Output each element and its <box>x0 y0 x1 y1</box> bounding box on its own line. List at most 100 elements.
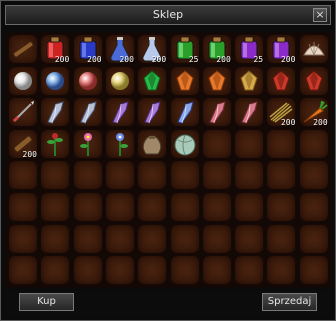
shop-slot[interactable] <box>201 97 232 128</box>
shop-slot[interactable] <box>8 160 38 191</box>
shop-slot[interactable] <box>40 160 71 191</box>
shop-slot[interactable] <box>72 160 103 191</box>
shop-slot[interactable] <box>137 128 168 159</box>
white-pearl-icon[interactable] <box>9 67 37 95</box>
shop-slot[interactable] <box>40 65 71 96</box>
shop-slot[interactable] <box>169 65 200 96</box>
shop-slot[interactable] <box>298 160 329 191</box>
shop-slot[interactable]: 200 <box>266 97 297 128</box>
purple-crystal-icon[interactable] <box>138 98 166 126</box>
shop-slot[interactable] <box>234 192 265 222</box>
shop-slot[interactable] <box>137 255 168 286</box>
shop-slot[interactable]: 200 <box>137 34 168 64</box>
blue-flower-icon[interactable] <box>106 130 134 158</box>
yellow-pearl-icon[interactable] <box>106 67 134 95</box>
shop-slot[interactable]: 25 <box>169 34 200 64</box>
shop-slot[interactable] <box>72 128 103 159</box>
blue-pearl-icon[interactable] <box>41 67 69 95</box>
shop-slot[interactable] <box>72 97 103 128</box>
shop-slot[interactable] <box>169 128 200 159</box>
crystal-shard-icon[interactable] <box>41 98 69 126</box>
shop-slot[interactable] <box>8 223 38 254</box>
shop-slot[interactable] <box>234 160 265 191</box>
seashell-icon[interactable] <box>300 35 328 63</box>
shop-slot[interactable] <box>8 255 38 286</box>
shop-slot[interactable] <box>40 128 71 159</box>
shop-slot[interactable] <box>8 65 38 96</box>
shop-slot[interactable] <box>234 97 265 128</box>
shop-slot[interactable] <box>137 97 168 128</box>
sell-button[interactable]: Sprzedaj <box>262 293 317 311</box>
amber-gem-icon[interactable] <box>235 67 263 95</box>
shop-slot[interactable] <box>201 255 232 286</box>
shop-slot[interactable] <box>40 223 71 254</box>
shop-slot[interactable] <box>104 160 135 191</box>
crossbow-bolt-icon[interactable] <box>9 98 37 126</box>
shop-slot[interactable] <box>72 255 103 286</box>
shop-slot[interactable]: 25 <box>234 34 265 64</box>
buy-button[interactable]: Kup <box>19 293 74 311</box>
shop-slot[interactable] <box>40 97 71 128</box>
orange-gem-icon[interactable] <box>171 67 199 95</box>
shop-slot[interactable] <box>72 65 103 96</box>
shop-slot[interactable] <box>72 223 103 254</box>
shop-slot[interactable] <box>169 192 200 222</box>
green-gem-icon[interactable] <box>138 67 166 95</box>
shop-slot[interactable] <box>169 255 200 286</box>
shop-slot[interactable] <box>298 192 329 222</box>
shop-slot[interactable] <box>234 223 265 254</box>
green-herb-icon[interactable] <box>41 130 69 158</box>
shop-slot[interactable] <box>169 223 200 254</box>
red-gem-icon[interactable] <box>267 67 295 95</box>
shop-slot[interactable] <box>137 223 168 254</box>
shop-slot[interactable] <box>104 192 135 222</box>
close-button[interactable]: × <box>313 8 327 22</box>
shop-slot[interactable] <box>234 128 265 159</box>
shop-slot[interactable]: 200 <box>8 128 38 159</box>
red-crystal-icon[interactable] <box>235 98 263 126</box>
title-bar[interactable]: Sklep × <box>5 5 331 25</box>
shop-slot[interactable] <box>298 34 329 64</box>
shop-slot[interactable] <box>104 97 135 128</box>
red-pearl-icon[interactable] <box>74 67 102 95</box>
blue-crystal-icon[interactable] <box>171 98 199 126</box>
shop-slot[interactable] <box>169 97 200 128</box>
shop-slot[interactable] <box>201 128 232 159</box>
red-gem-icon[interactable] <box>300 67 328 95</box>
shop-slot[interactable] <box>137 192 168 222</box>
shop-slot[interactable] <box>201 65 232 96</box>
shop-slot[interactable] <box>298 65 329 96</box>
crystal-shard-icon[interactable] <box>74 98 102 126</box>
shop-slot[interactable] <box>8 34 38 64</box>
shop-slot[interactable]: 200 <box>266 34 297 64</box>
shop-slot[interactable] <box>201 223 232 254</box>
shop-slot[interactable]: 200 <box>72 34 103 64</box>
shop-slot[interactable] <box>137 65 168 96</box>
shop-slot[interactable] <box>104 128 135 159</box>
pink-flower-icon[interactable] <box>74 130 102 158</box>
shop-slot[interactable] <box>169 160 200 191</box>
shop-slot[interactable] <box>40 255 71 286</box>
purple-crystal-icon[interactable] <box>106 98 134 126</box>
wooden-stick-icon[interactable] <box>9 35 37 63</box>
shop-slot[interactable]: 200 <box>40 34 71 64</box>
shop-slot[interactable] <box>72 192 103 222</box>
shop-slot[interactable]: 200 <box>104 34 135 64</box>
shop-slot[interactable] <box>298 223 329 254</box>
cabbage-icon[interactable] <box>171 130 199 158</box>
shop-slot[interactable] <box>266 223 297 254</box>
shop-slot[interactable] <box>104 65 135 96</box>
shop-slot[interactable]: 200 <box>201 34 232 64</box>
shop-slot[interactable] <box>137 160 168 191</box>
shop-slot[interactable] <box>266 255 297 286</box>
shop-slot[interactable] <box>266 65 297 96</box>
shop-slot[interactable] <box>40 192 71 222</box>
shop-slot[interactable] <box>298 255 329 286</box>
shop-slot[interactable] <box>266 192 297 222</box>
shop-slot[interactable] <box>266 128 297 159</box>
shop-slot[interactable] <box>298 128 329 159</box>
orange-gem-icon[interactable] <box>203 67 231 95</box>
shop-slot[interactable] <box>8 97 38 128</box>
shop-slot[interactable] <box>266 160 297 191</box>
shop-slot[interactable] <box>8 192 38 222</box>
